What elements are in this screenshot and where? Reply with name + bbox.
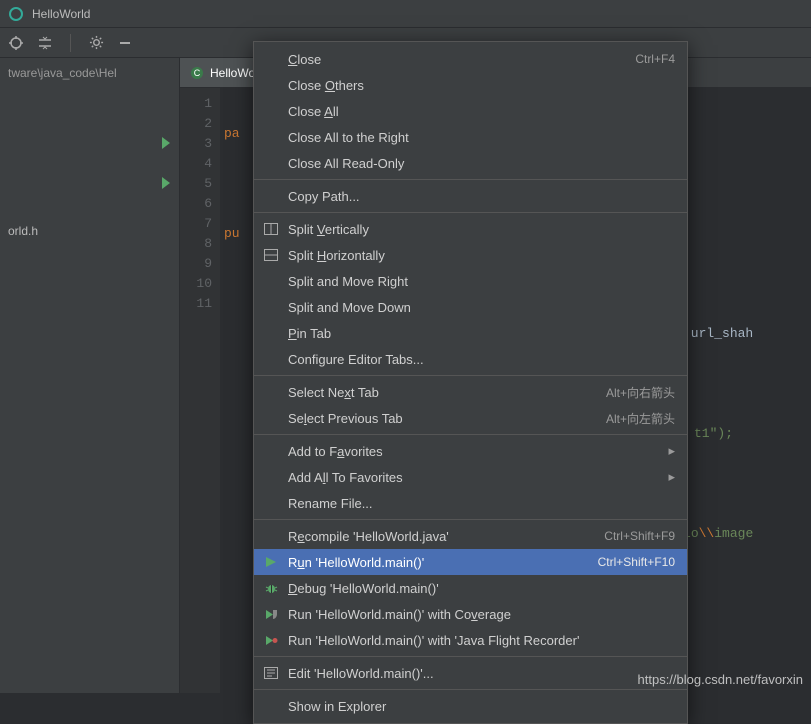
menu-add-all-favorites[interactable]: Add All To Favorites▸ xyxy=(254,464,687,490)
run-gutter-icon[interactable] xyxy=(162,177,170,189)
app-icon xyxy=(8,6,24,22)
menu-run-flight-recorder[interactable]: Run 'HelloWorld.main()' with 'Java Fligh… xyxy=(254,627,687,653)
submenu-arrow-icon: ▸ xyxy=(668,443,675,459)
watermark: https://blog.csdn.net/favorxin xyxy=(638,672,803,687)
toolbar-separator xyxy=(70,34,71,52)
menu-configure-tabs[interactable]: Configure Editor Tabs... xyxy=(254,346,687,372)
svg-text:C: C xyxy=(194,68,201,78)
menu-show-explorer[interactable]: Show in Explorer xyxy=(254,693,687,719)
menu-split-move-down[interactable]: Split and Move Down xyxy=(254,294,687,320)
menu-run[interactable]: Run 'HelloWorld.main()'Ctrl+Shift+F10 xyxy=(254,549,687,575)
line-number: 8 xyxy=(180,234,212,254)
menu-debug[interactable]: Debug 'HelloWorld.main()' xyxy=(254,575,687,601)
menu-select-next-tab[interactable]: Select Next TabAlt+向右箭头 xyxy=(254,379,687,405)
menu-pin-tab[interactable]: Pin Tab xyxy=(254,320,687,346)
line-number: 11 xyxy=(180,294,212,314)
line-number: 2 xyxy=(180,114,212,134)
tab-context-menu: CloseCtrl+F4 Close Others Close All Clos… xyxy=(253,41,688,724)
window-title: HelloWorld xyxy=(32,7,90,21)
menu-recompile[interactable]: Recompile 'HelloWorld.java'Ctrl+Shift+F9 xyxy=(254,523,687,549)
project-path: tware\java_code\Hel xyxy=(4,64,175,82)
titlebar: HelloWorld xyxy=(0,0,811,28)
menu-close-all[interactable]: Close All xyxy=(254,98,687,124)
menu-split-move-right[interactable]: Split and Move Right xyxy=(254,268,687,294)
project-sidebar[interactable]: tware\java_code\Hel orld.h xyxy=(0,58,180,693)
collapse-icon[interactable] xyxy=(38,36,52,50)
aim-icon[interactable] xyxy=(8,35,24,51)
line-number: 10 xyxy=(180,274,212,294)
line-number: 5 xyxy=(180,174,212,194)
bug-icon xyxy=(262,582,280,595)
menu-split-horizontally[interactable]: Split Horizontally xyxy=(254,242,687,268)
edit-config-icon xyxy=(262,667,280,679)
split-vertical-icon xyxy=(262,223,280,235)
menu-add-favorites[interactable]: Add to Favorites▸ xyxy=(254,438,687,464)
line-number: 1 xyxy=(180,94,212,114)
submenu-arrow-icon: ▸ xyxy=(668,469,675,485)
flight-recorder-icon xyxy=(262,634,280,647)
line-number: 3 xyxy=(180,134,212,154)
menu-close-all-readonly[interactable]: Close All Read-Only xyxy=(254,150,687,176)
menu-run-coverage[interactable]: Run 'HelloWorld.main()' with Coverage xyxy=(254,601,687,627)
menu-close-all-right[interactable]: Close All to the Right xyxy=(254,124,687,150)
line-number: 4 xyxy=(180,154,212,174)
line-number: 9 xyxy=(180,254,212,274)
menu-select-prev-tab[interactable]: Select Previous TabAlt+向左箭头 xyxy=(254,405,687,431)
line-number: 6 xyxy=(180,194,212,214)
menu-close-others[interactable]: Close Others xyxy=(254,72,687,98)
menu-copy-path[interactable]: Copy Path... xyxy=(254,183,687,209)
tree-item[interactable]: orld.h xyxy=(4,222,175,240)
menu-split-vertically[interactable]: Split Vertically xyxy=(254,216,687,242)
menu-edit-run-config[interactable]: Edit 'HelloWorld.main()'... xyxy=(254,660,687,686)
hide-icon[interactable] xyxy=(118,36,132,50)
menu-close[interactable]: CloseCtrl+F4 xyxy=(254,46,687,72)
editor-gutter[interactable]: 1 2 3 4 5 6 7 8 9 10 11 xyxy=(180,88,220,693)
line-number: 7 xyxy=(180,214,212,234)
run-gutter-icon[interactable] xyxy=(162,137,170,149)
split-horizontal-icon xyxy=(262,249,280,261)
coverage-icon xyxy=(262,608,280,621)
class-icon: C xyxy=(190,66,204,80)
menu-rename-file[interactable]: Rename File... xyxy=(254,490,687,516)
gear-icon[interactable] xyxy=(89,35,104,50)
run-icon xyxy=(262,556,280,568)
